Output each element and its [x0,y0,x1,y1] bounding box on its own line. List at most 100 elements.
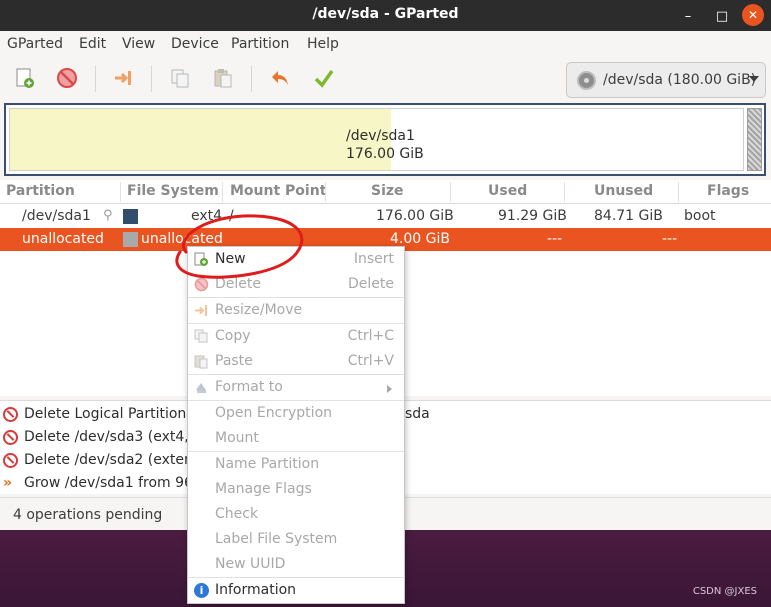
menu-item-manage-flags[interactable]: Manage Flags [188,478,404,502]
menu-separator [188,323,404,324]
menu-item-paste[interactable]: Paste Ctrl+V [188,350,404,374]
resize-move-button[interactable] [108,63,138,93]
column-header[interactable]: Flags [707,183,749,199]
resize-icon: » [3,475,13,491]
menu-item-information[interactable]: i Information [188,579,404,603]
menu-item-label: Name Partition [215,456,320,472]
menu-separator [188,374,404,375]
menu-item-label: Resize/Move [215,302,303,318]
filesystem-color-swatch [123,209,138,224]
menu-item-label: Manage Flags [215,481,312,497]
menu-separator [188,577,404,578]
apply-icon [314,69,334,88]
operation-text: Delete /dev/sda3 (ext4, 8 [24,429,203,445]
menu-item-copy[interactable]: Copy Ctrl+C [188,325,404,349]
device-selector[interactable]: /dev/sda (180.00 GiB) [566,62,766,98]
resize-move-icon [115,71,131,85]
menu-view[interactable]: View [122,36,155,52]
menu-item-open-encryption[interactable]: Open Encryption [188,402,404,426]
minimize-icon[interactable]: – [678,6,698,26]
maximize-icon[interactable]: □ [712,6,732,26]
menu-device[interactable]: Device [171,36,219,52]
resize-move-icon [195,305,207,316]
menu-gparted[interactable]: GParted [7,36,63,52]
column-header[interactable]: Mount Point [230,183,326,199]
menu-bar: GParted Edit View Device Partition Help [0,31,771,58]
table-row[interactable]: /dev/sda1 ⚲ ext4 / 176.00 GiB 91.29 GiB … [0,205,771,228]
title-bar: /dev/sda - GParted – □ ✕ [0,0,771,31]
harddisk-icon [577,71,596,90]
menu-item-label: Information [215,582,297,598]
column-separator [678,182,679,202]
key-icon: ⚲ [103,208,113,223]
cell-used: 91.29 GiB [498,208,567,224]
copy-button[interactable] [165,63,195,93]
menu-item-label-file-system[interactable]: Label File System [188,528,404,552]
toolbar-separator [95,66,96,92]
window-title: /dev/sda - GParted [312,6,459,22]
undo-icon [272,71,288,85]
menu-item-resize-move[interactable]: Resize/Move [188,299,404,323]
delete-icon [57,68,77,88]
toolbar-separator [251,66,252,92]
menu-item-new-uuid[interactable]: New UUID [188,553,404,577]
column-header[interactable]: Partition [6,183,75,199]
menu-item-label: Copy [215,328,251,344]
close-icon[interactable]: ✕ [742,4,764,26]
format-icon [196,383,206,393]
new-partition-button[interactable] [10,63,40,93]
submenu-arrow-icon [387,385,392,393]
column-header[interactable]: Used [488,183,527,199]
toolbar: /dev/sda (180.00 GiB) [0,58,771,100]
menu-item-check[interactable]: Check [188,503,404,527]
undo-button[interactable] [265,63,295,93]
paste-icon [214,69,232,88]
cell-flags: boot [684,208,716,224]
menu-separator [188,451,404,452]
unallocated-block[interactable] [747,108,762,171]
menu-item-accel: Ctrl+C [347,328,394,344]
operation-text-overflow: sda [405,406,430,422]
column-header[interactable]: Size [371,183,404,199]
cell-unused: --- [662,231,678,247]
menu-item-label: Check [215,506,259,522]
partition-block-label: /dev/sda1 176.00 GiB [346,127,424,163]
operation-text: Grow /dev/sda1 from 96. [24,475,198,491]
menu-partition[interactable]: Partition [231,36,289,52]
menu-item-format-to[interactable]: Format to [188,376,404,400]
table-header: Partition File System Mount Point Size U… [0,180,771,204]
menu-item-label: Open Encryption [215,405,333,421]
menu-item-label: Format to [215,379,283,395]
chevron-down-icon [749,76,759,82]
annotation-circle [175,214,304,279]
device-selector-label: /dev/sda (180.00 GiB) [603,72,757,88]
new-icon [16,68,34,88]
partition-block-size: 176.00 GiB [346,146,424,162]
paste-button[interactable] [208,63,238,93]
status-text: 4 operations pending [13,507,163,523]
toolbar-separator [151,66,152,92]
operation-text: Delete Logical Partition ( [24,406,197,422]
column-separator [564,182,565,202]
menu-item-label: Mount [215,430,259,446]
apply-button[interactable] [309,63,339,93]
cell-size: 4.00 GiB [390,231,450,247]
delete-icon [3,407,18,422]
partition-block-sda1[interactable]: /dev/sda1 176.00 GiB [9,108,744,171]
context-menu: New Insert Delete Delete Resize/Move Cop… [187,246,405,604]
column-header[interactable]: File System [127,183,219,199]
menu-item-mount[interactable]: Mount [188,427,404,451]
cell-partition: /dev/sda1 [22,208,91,224]
column-separator [325,182,326,202]
copy-icon [194,329,208,343]
menu-help[interactable]: Help [307,36,339,52]
menu-separator [188,400,404,401]
column-header[interactable]: Unused [594,183,653,199]
filesystem-color-swatch [123,232,138,247]
delete-icon [3,430,18,445]
delete-partition-button[interactable] [52,63,82,93]
menu-item-name-partition[interactable]: Name Partition [188,453,404,477]
menu-edit[interactable]: Edit [79,36,106,52]
cell-size: 176.00 GiB [376,208,454,224]
menu-item-label: Label File System [215,531,338,547]
